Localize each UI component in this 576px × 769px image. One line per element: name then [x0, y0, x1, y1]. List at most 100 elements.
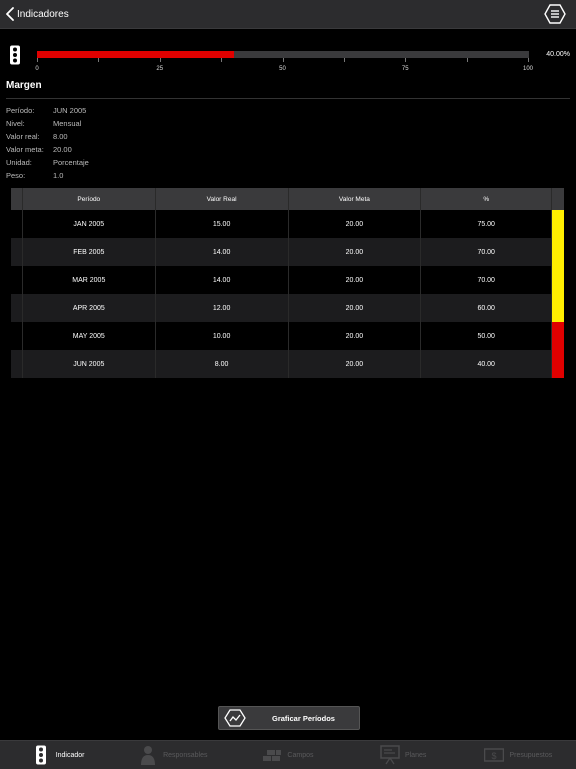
menu-icon	[544, 4, 566, 24]
chart-icon	[224, 709, 246, 727]
table-body: JAN 2005 15.00 20.00 75.00 FEB 2005 14.00 20.0…	[11, 210, 564, 378]
detail-row: Unidad: Porcentaje	[6, 156, 89, 169]
status-indicator	[551, 210, 564, 238]
cell-percent: 50.00	[420, 322, 551, 350]
scale-tick-label: 100	[522, 66, 534, 72]
detail-label: Valor real:	[6, 132, 40, 141]
cell-target-value: 20.00	[287, 322, 421, 350]
cell-period: JAN 2005	[21, 210, 155, 238]
back-label: Indicadores	[17, 8, 69, 20]
cell-period: FEB 2005	[21, 238, 155, 266]
header-status	[551, 188, 564, 210]
detail-value: 20.00	[53, 145, 72, 154]
periods-table: Período Valor Real Valor Meta % JAN 2005…	[11, 188, 564, 378]
cell-target-value: 20.00	[287, 266, 421, 294]
header-target-value: Valor Meta	[287, 188, 421, 210]
header-spacer	[11, 188, 22, 210]
scale-tick	[159, 58, 161, 62]
bricks-icon	[263, 750, 282, 761]
cell-period: APR 2005	[21, 294, 155, 322]
tab-presupuestos[interactable]: $ Presupuestos	[461, 741, 576, 769]
cell-percent: 40.00	[420, 350, 551, 378]
chart-button-label: Graficar Períodos	[272, 713, 335, 723]
row-spacer	[11, 238, 22, 266]
scale-tick-label: 25	[156, 66, 164, 72]
tab-label: Indicador	[55, 751, 85, 759]
cell-period: MAR 2005	[21, 266, 155, 294]
detail-value: 8.00	[53, 132, 68, 141]
navigation-bar: Indicadores	[0, 0, 576, 29]
scale-tick-label: 75	[401, 66, 409, 72]
tab-label: Campos	[287, 751, 314, 759]
cell-target-value: 20.00	[287, 210, 421, 238]
cell-percent: 70.00	[420, 238, 551, 266]
progress-scale: 0 25 50 75 100	[35, 58, 533, 78]
money-icon: $	[484, 748, 505, 762]
header-real-value: Valor Real	[154, 188, 288, 210]
traffic-light-icon	[35, 745, 46, 765]
cell-period: MAY 2005	[21, 322, 155, 350]
row-spacer	[11, 266, 22, 294]
table-header: Período Valor Real Valor Meta %	[11, 188, 564, 210]
progress-bar	[37, 51, 529, 58]
tab-label: Presupuestos	[509, 751, 553, 759]
table-row[interactable]: MAR 2005 14.00 20.00 70.00	[11, 266, 564, 294]
cell-real-value: 15.00	[154, 210, 288, 238]
cell-real-value: 14.00	[154, 238, 288, 266]
detail-label: Unidad:	[6, 158, 32, 167]
table-row[interactable]: JUN 2005 8.00 20.00 40.00	[11, 350, 564, 378]
tab-bar: Indicador Responsables Campos Planes $ P…	[0, 740, 576, 769]
status-indicator	[551, 238, 564, 266]
detail-label: Nivel:	[6, 119, 25, 128]
row-spacer	[11, 350, 22, 378]
header-percent: %	[420, 188, 551, 210]
presentation-board-icon	[380, 745, 400, 765]
cell-target-value: 20.00	[287, 238, 421, 266]
cell-target-value: 20.00	[287, 294, 421, 322]
traffic-light-icon	[10, 45, 20, 65]
menu-button[interactable]	[544, 4, 566, 24]
cell-percent: 60.00	[420, 294, 551, 322]
scale-tick	[98, 58, 100, 62]
scale-tick	[528, 58, 529, 62]
cell-target-value: 20.00	[287, 350, 421, 378]
detail-label: Período:	[6, 106, 35, 115]
cell-percent: 70.00	[420, 266, 551, 294]
progress-percent-label: 40.00%	[546, 51, 570, 58]
divider	[6, 98, 570, 99]
detail-label: Valor meta:	[6, 145, 44, 154]
scale-tick	[37, 58, 38, 62]
tab-label: Responsables	[163, 751, 208, 759]
scale-tick	[343, 58, 345, 62]
row-spacer	[11, 210, 22, 238]
table-row[interactable]: APR 2005 12.00 20.00 60.00	[11, 294, 564, 322]
detail-row: Valor real: 8.00	[6, 130, 89, 143]
back-button[interactable]: Indicadores	[6, 6, 69, 22]
scale-tick-label: 0	[35, 66, 39, 72]
svg-text:$: $	[492, 751, 497, 761]
detail-row: Nivel: Mensual	[6, 117, 89, 130]
table-row[interactable]: JAN 2005 15.00 20.00 75.00	[11, 210, 564, 238]
detail-row: Período: JUN 2005	[6, 104, 89, 117]
row-spacer	[11, 294, 22, 322]
progress-bar-fill	[37, 51, 234, 58]
detail-value: 1.0	[53, 171, 64, 180]
chart-periods-button[interactable]: Graficar Períodos	[218, 706, 360, 730]
tab-campos[interactable]: Campos	[230, 741, 345, 769]
scale-tick	[466, 58, 468, 62]
detail-row: Valor meta: 20.00	[6, 143, 89, 156]
indicator-details: Período: JUN 2005 Nivel: Mensual Valor r…	[6, 104, 89, 182]
detail-value: JUN 2005	[53, 106, 87, 115]
scale-tick-label: 50	[279, 66, 286, 72]
tab-planes[interactable]: Planes	[346, 741, 461, 769]
table-row[interactable]: FEB 2005 14.00 20.00 70.00	[11, 238, 564, 266]
table-row[interactable]: MAY 2005 10.00 20.00 50.00	[11, 322, 564, 350]
tab-responsables[interactable]: Responsables	[115, 741, 230, 769]
detail-row: Peso: 1.0	[6, 169, 89, 182]
cell-period: JUN 2005	[21, 350, 155, 378]
person-icon	[141, 746, 156, 765]
status-indicator	[551, 322, 564, 350]
cell-percent: 75.00	[420, 210, 551, 238]
detail-value: Mensual	[53, 119, 82, 128]
tab-indicador[interactable]: Indicador	[0, 741, 115, 769]
